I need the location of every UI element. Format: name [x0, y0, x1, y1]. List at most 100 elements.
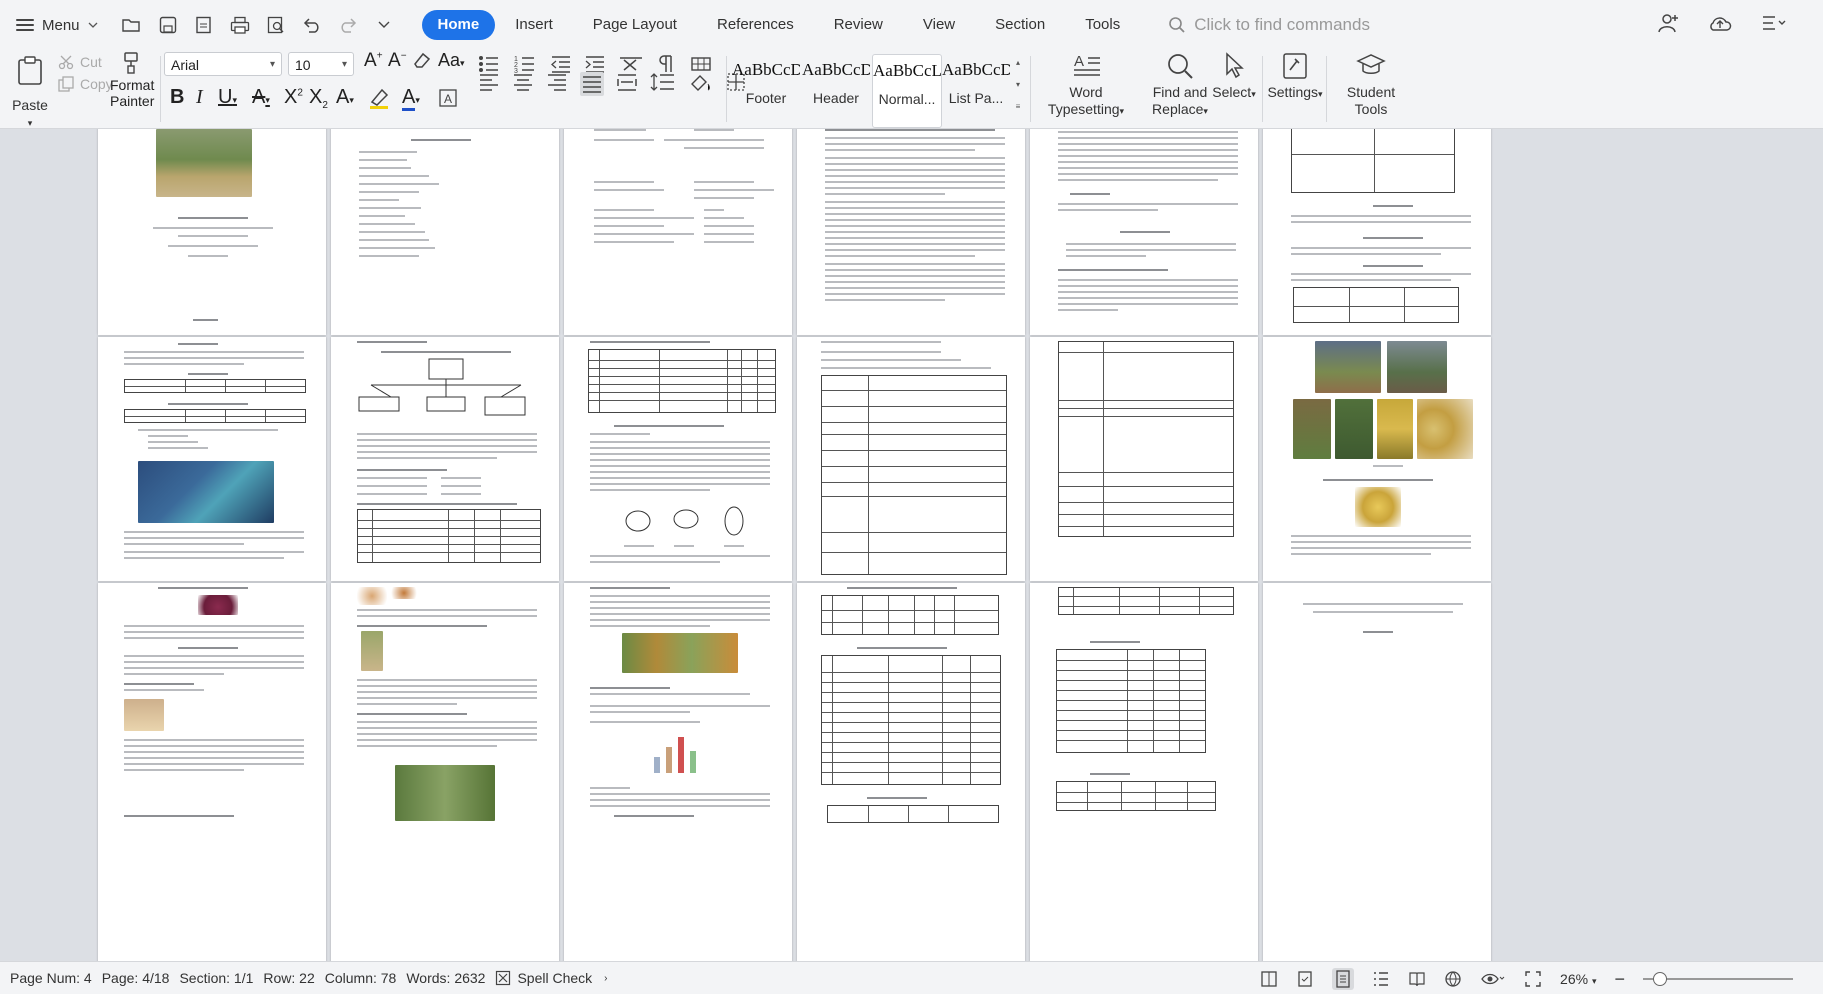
spell-check-button[interactable]: Spell Check › [495, 970, 608, 986]
document-canvas[interactable] [0, 129, 1823, 961]
page-thumbnail[interactable] [331, 337, 559, 581]
more-options-icon[interactable] [1761, 13, 1787, 38]
page-thumbnail[interactable] [1030, 583, 1258, 961]
grow-font-icon[interactable]: A+ [364, 50, 383, 72]
align-left-icon[interactable] [478, 72, 500, 92]
zoom-slider[interactable] [1643, 972, 1793, 986]
save-icon[interactable] [158, 15, 178, 35]
page-thumbnail[interactable] [1263, 583, 1491, 961]
web-layout-icon[interactable] [1444, 970, 1462, 988]
redo-icon[interactable] [338, 15, 358, 35]
bullet-list-icon[interactable] [478, 54, 502, 74]
eye-protection-icon[interactable] [1480, 970, 1506, 988]
customize-toolbar-icon[interactable] [374, 15, 394, 35]
share-user-icon[interactable] [1657, 12, 1679, 39]
line-spacing-icon[interactable] [650, 72, 676, 92]
select-button[interactable]: Select▾ [1210, 52, 1258, 103]
word-typesetting-button[interactable]: A Word Typesetting▾ [1036, 52, 1136, 120]
book-view-icon[interactable] [1408, 970, 1426, 988]
cloud-upload-icon[interactable] [1707, 13, 1733, 38]
decrease-indent-icon[interactable] [550, 54, 572, 74]
strikethrough-icon[interactable]: A▾ [252, 86, 270, 109]
fit-page-icon[interactable] [1524, 970, 1542, 988]
page-thumbnail[interactable] [797, 337, 1025, 581]
page-thumbnail[interactable] [1030, 129, 1258, 335]
italic-icon[interactable]: I [196, 86, 203, 109]
style-gallery-scroll[interactable]: ▴ ▾ ≡ [1012, 52, 1024, 124]
zoom-level[interactable]: 26% ▾ [1560, 971, 1596, 987]
font-name-select[interactable]: Arial ▾ [164, 52, 282, 76]
superscript-icon[interactable]: X2 [284, 86, 303, 109]
underline-icon[interactable]: U▾ [218, 86, 237, 109]
page-thumbnail[interactable] [98, 337, 326, 581]
page-thumbnail[interactable] [1263, 337, 1491, 581]
page-thumbnail[interactable] [564, 337, 792, 581]
table-layout-icon[interactable] [690, 54, 712, 74]
page-thumbnail[interactable] [98, 583, 326, 961]
tab-review[interactable]: Review [814, 10, 903, 40]
print-layout-icon[interactable] [1332, 968, 1355, 990]
align-center-icon[interactable] [512, 72, 534, 92]
shading-icon[interactable] [688, 72, 714, 92]
style-list-pa[interactable]: AaBbCcD List Pa... [942, 54, 1010, 126]
section-status[interactable]: Section: 1/1 [179, 970, 253, 986]
justify-icon[interactable] [580, 72, 604, 96]
print-preview-icon[interactable] [266, 15, 286, 35]
bold-icon[interactable]: B [170, 86, 184, 109]
subscript-icon[interactable]: X2 [309, 86, 328, 111]
tab-insert[interactable]: Insert [495, 10, 573, 40]
page-thumbnail[interactable] [1263, 129, 1491, 335]
tab-page-layout[interactable]: Page Layout [573, 10, 697, 40]
style-footer[interactable]: AaBbCcDd Footer [732, 54, 800, 126]
print-icon[interactable] [230, 15, 250, 35]
page-thumbnail[interactable] [797, 583, 1025, 961]
paragraph-mark-icon[interactable] [656, 54, 678, 74]
find-replace-button[interactable]: Find and Replace▾ [1150, 52, 1210, 120]
settings-button[interactable]: Settings▾ [1266, 52, 1324, 103]
page-num-status[interactable]: Page Num: 4 [10, 970, 92, 986]
tab-view[interactable]: View [903, 10, 975, 40]
page-thumbnail[interactable] [797, 129, 1025, 335]
tab-home[interactable]: Home [421, 10, 496, 40]
word-count-status[interactable]: Words: 2632 [406, 970, 485, 986]
copy-button[interactable]: Copy [58, 76, 113, 92]
increase-indent-icon[interactable] [584, 54, 606, 74]
zoom-out-button[interactable]: − [1614, 969, 1625, 990]
menu-button[interactable]: Menu [16, 8, 98, 42]
tab-references[interactable]: References [697, 10, 814, 40]
change-case-icon[interactable]: Aa▾ [438, 50, 465, 71]
protect-doc-icon[interactable] [1296, 970, 1314, 988]
student-tools-button[interactable]: Student Tools [1332, 52, 1410, 118]
open-folder-icon[interactable] [121, 15, 142, 35]
character-border-icon[interactable]: A [438, 88, 458, 114]
font-size-select[interactable]: 10 ▾ [288, 52, 354, 76]
text-effects-icon[interactable]: A▾ [336, 86, 354, 109]
zoom-slider-knob[interactable] [1653, 972, 1667, 986]
undo-icon[interactable] [302, 15, 322, 35]
text-direction-icon[interactable] [618, 54, 644, 74]
style-normal[interactable]: AaBbCcL Normal... [872, 54, 942, 128]
tab-section[interactable]: Section [975, 10, 1065, 40]
distributed-icon[interactable] [616, 72, 638, 92]
highlight-icon[interactable] [368, 86, 394, 116]
outline-view-icon[interactable] [1372, 970, 1390, 988]
paste-button[interactable]: Paste ▾ [10, 56, 50, 129]
page-status[interactable]: Page: 4/18 [102, 970, 170, 986]
page-thumbnail[interactable] [331, 583, 559, 961]
clear-format-icon[interactable] [412, 50, 432, 76]
page-thumbnail[interactable] [564, 583, 792, 961]
numbered-list-icon[interactable]: 123 [514, 54, 538, 74]
tab-tools[interactable]: Tools [1065, 10, 1140, 40]
format-painter-button[interactable]: Format Painter [110, 52, 154, 109]
find-commands-box[interactable]: Click to find commands [1168, 15, 1370, 35]
page-thumbnail[interactable] [331, 129, 559, 335]
page-thumbnail[interactable] [564, 129, 792, 335]
page-thumbnail[interactable] [98, 129, 326, 335]
style-header[interactable]: AaBbCcDd Header [802, 54, 870, 126]
export-pdf-icon[interactable] [194, 15, 214, 35]
align-right-icon[interactable] [546, 72, 568, 92]
cut-button[interactable]: Cut [58, 54, 102, 70]
font-color-icon[interactable]: A▾ [402, 86, 420, 111]
page-thumbnail[interactable] [1030, 337, 1258, 581]
read-mode-icon[interactable] [1260, 970, 1278, 988]
